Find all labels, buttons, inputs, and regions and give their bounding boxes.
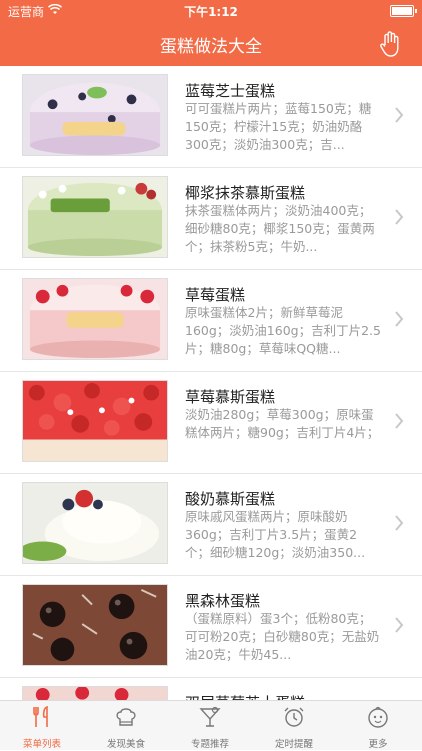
recipe-item[interactable]: 椰浆抹茶慕斯蛋糕 抹茶蛋糕体两片；淡奶油400克；细砂糖80克；椰浆150克；蛋… xyxy=(0,168,422,270)
chevron-right-icon xyxy=(395,515,404,531)
tab-label: 菜单列表 xyxy=(22,739,61,750)
recipe-name: 酸奶慕斯蛋糕 xyxy=(185,490,276,508)
recipe-ingredients: 原味蛋糕体2片；新鲜草莓泥160g；淡奶油160g；吉利丁片2.5片；糖80g；… xyxy=(185,305,381,356)
tab-reminder[interactable]: 定时提醒 xyxy=(252,701,336,751)
hand-icon[interactable] xyxy=(378,30,404,58)
tab-label: 发现美食 xyxy=(106,739,145,750)
recipe-item[interactable]: 草莓慕斯蛋糕 淡奶油280g；草莓300g；原味蛋糕体两片；糖90g；吉利丁片4… xyxy=(0,372,422,474)
tab-featured[interactable]: 专题推荐 xyxy=(168,701,252,751)
recipe-thumbnail xyxy=(22,74,168,156)
alarm-clock-icon xyxy=(284,707,304,727)
recipe-name: 椰浆抹茶慕斯蛋糕 xyxy=(185,184,306,202)
fork-knife-icon xyxy=(33,705,48,727)
tab-more[interactable]: 更多 xyxy=(336,701,420,751)
recipe-ingredients: 可可蛋糕片两片；蓝莓150克；糖150克；柠檬汁15克；奶油奶酪300克；淡奶油… xyxy=(185,101,372,152)
tab-label: 定时提醒 xyxy=(274,739,313,750)
nav-bar: 蛋糕做法大全 xyxy=(0,22,422,66)
recipe-list: 蓝莓芝士蛋糕 可可蛋糕片两片；蓝莓150克；糖150克；柠檬汁15克；奶油奶酪3… xyxy=(0,66,422,700)
recipe-ingredients: 抹茶蛋糕体两片；淡奶油400克；细砂糖80克；椰浆150克；蛋黄两个；抹茶粉5克… xyxy=(185,203,375,254)
chevron-right-icon xyxy=(395,209,404,225)
recipe-name: 草莓慕斯蛋糕 xyxy=(185,388,276,406)
tab-discover[interactable]: 发现美食 xyxy=(84,701,168,751)
recipe-name: 双层草莓芝士蛋糕 xyxy=(185,692,305,700)
recipe-item[interactable]: 蓝莓芝士蛋糕 可可蛋糕片两片；蓝莓150克；糖150克；柠檬汁15克；奶油奶酪3… xyxy=(0,66,422,168)
recipe-ingredients: （蛋糕原料）蛋3个；低粉80克；可可粉20克；白砂糖80克；无盐奶油20克；牛奶… xyxy=(185,611,380,662)
recipe-thumbnail xyxy=(22,686,168,700)
tab-menu-list[interactable]: 菜单列表 xyxy=(0,701,84,751)
chevron-right-icon xyxy=(395,413,404,429)
chevron-right-icon xyxy=(395,311,404,327)
battery-icon xyxy=(390,5,417,17)
chef-hat-icon xyxy=(116,708,136,726)
recipe-name: 蓝莓芝士蛋糕 xyxy=(185,82,276,100)
recipe-thumbnail xyxy=(22,176,168,258)
recipe-thumbnail xyxy=(22,584,168,666)
recipe-item[interactable]: 酸奶慕斯蛋糕 原味戚风蛋糕两片；原味酸奶360g；吉利丁片3.5片；蛋黄2个；细… xyxy=(0,474,422,576)
status-time: 下午1:12 xyxy=(184,5,238,19)
recipe-item[interactable]: 草莓蛋糕 原味蛋糕体2片；新鲜草莓泥160g；淡奶油160g；吉利丁片2.5片；… xyxy=(0,270,422,372)
recipe-item[interactable]: 黑森林蛋糕 （蛋糕原料）蛋3个；低粉80克；可可粉20克；白砂糖80克；无盐奶油… xyxy=(0,576,422,678)
recipe-thumbnail xyxy=(22,380,168,462)
chevron-right-icon xyxy=(395,107,404,123)
recipe-ingredients: 原味戚风蛋糕两片；原味酸奶360g；吉利丁片3.5片；蛋黄2个；细砂糖120g；… xyxy=(185,509,366,560)
page-title: 蛋糕做法大全 xyxy=(160,37,262,57)
tab-label: 专题推荐 xyxy=(190,739,229,750)
tab-label: 更多 xyxy=(368,739,388,750)
status-bar: 运营商 下午1:12 xyxy=(0,0,422,22)
tab-bar: 菜单列表 发现美食 专题推荐 定时提醒 更多 xyxy=(0,700,422,750)
recipe-thumbnail xyxy=(22,482,168,564)
cocktail-icon xyxy=(199,706,221,727)
recipe-ingredients: 淡奶油280g；草莓300g；原味蛋糕体两片；糖90g；吉利丁片4片； xyxy=(185,407,380,440)
recipe-item[interactable]: 双层草莓芝士蛋糕 xyxy=(0,678,422,700)
chevron-right-icon xyxy=(395,617,404,633)
face-icon xyxy=(368,706,388,728)
recipe-name: 黑森林蛋糕 xyxy=(185,592,261,610)
recipe-name: 草莓蛋糕 xyxy=(185,286,246,304)
recipe-thumbnail xyxy=(22,278,168,360)
